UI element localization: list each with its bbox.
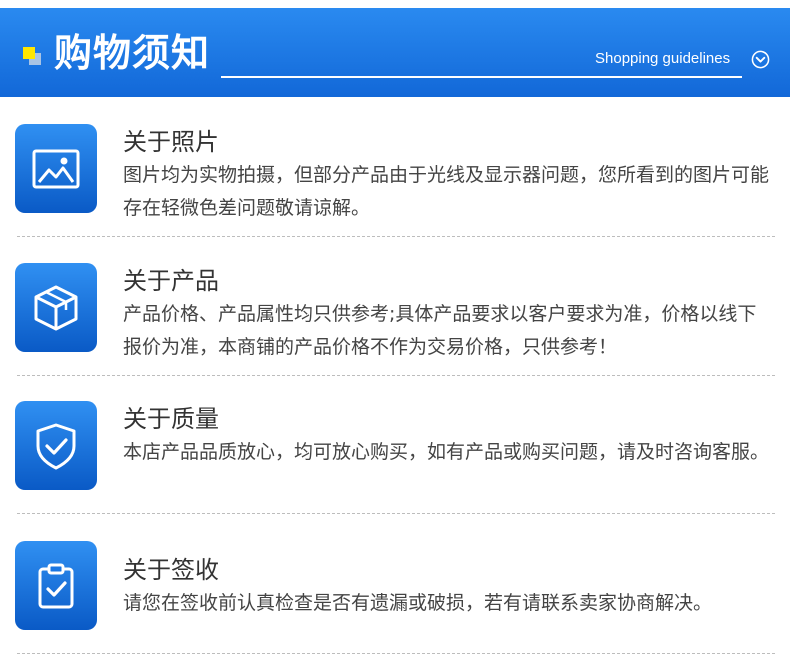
notice-title: 关于质量 [123, 405, 219, 433]
notice-description: 本店产品品质放心，均可放心购买，如有产品或购买问题，请及时咨询客服。 [123, 441, 770, 463]
notice-title: 关于签收 [123, 556, 219, 584]
shield-check-icon [36, 423, 76, 470]
chevron-down-circle-icon[interactable] [751, 50, 770, 69]
page-subtitle: Shopping guidelines [595, 50, 731, 67]
notice-icon-tile [15, 124, 97, 213]
notice-title: 关于产品 [123, 267, 219, 295]
page-title: 购物须知 [54, 31, 211, 75]
image-icon [32, 149, 80, 189]
notice-icon-tile [15, 401, 97, 490]
notice-icon-tile [15, 263, 97, 352]
header-mark-icon [23, 47, 41, 65]
item-divider [17, 653, 775, 654]
header-divider [221, 76, 742, 78]
box-icon [34, 285, 78, 331]
notice-icon-tile [15, 541, 97, 630]
notice-description: 请您在签收前认真检查是否有遗漏或破损，若有请联系卖家协商解决。 [123, 592, 713, 614]
notice-title: 关于照片 [123, 128, 219, 156]
item-divider [17, 375, 775, 376]
section-header: 购物须知 Shopping guidelines [0, 8, 790, 97]
notice-description: 图片均为实物拍摄，但部分产品由于光线及显示器问题，您所看到的图片可能存在轻微色差… [123, 164, 770, 219]
clipboard-check-icon [38, 563, 74, 609]
notice-description: 产品价格、产品属性均只供参考;具体产品要求以客户要求为准，价格以线下报价为准，本… [123, 303, 757, 358]
item-divider [17, 236, 775, 237]
item-divider [17, 513, 775, 514]
